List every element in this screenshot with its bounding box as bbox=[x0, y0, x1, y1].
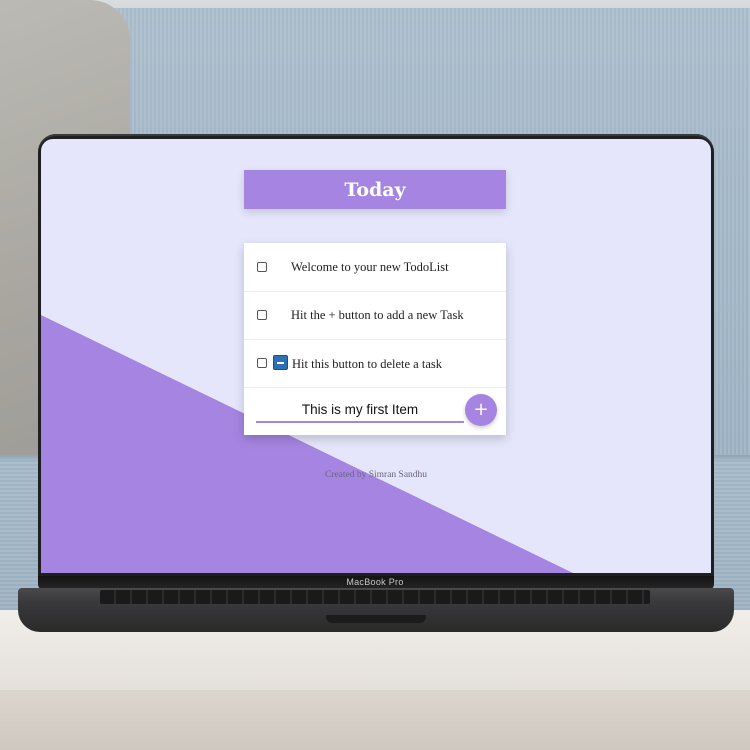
todo-list: Welcome to your new TodoList Hit the + b… bbox=[244, 243, 506, 435]
delete-icon bbox=[273, 354, 288, 370]
item-text: Hit the + button to add a new Task bbox=[291, 307, 464, 322]
item-text: Welcome to your new TodoList bbox=[291, 259, 449, 274]
laptop-brand-label: MacBook Pro bbox=[346, 577, 404, 587]
list-item: Hit this button to delete a task bbox=[244, 339, 506, 388]
plus-icon: + bbox=[473, 399, 489, 420]
list-item: Welcome to your new TodoList bbox=[244, 243, 506, 292]
add-button[interactable]: + bbox=[465, 394, 497, 426]
laptop-notch bbox=[326, 615, 426, 623]
item-text-wrapper: Hit this button to delete a task bbox=[273, 354, 442, 372]
app-screen: Today Welcome to your new TodoList Hit t… bbox=[41, 139, 711, 573]
item-checkbox[interactable] bbox=[257, 262, 267, 272]
item-checkbox[interactable] bbox=[257, 310, 267, 320]
new-item-row: + bbox=[244, 387, 506, 435]
title-card: Today bbox=[244, 170, 506, 209]
item-checkbox[interactable] bbox=[257, 358, 267, 368]
laptop-keyboard bbox=[100, 590, 650, 604]
new-item-input[interactable] bbox=[256, 397, 464, 423]
table-edge bbox=[0, 690, 750, 750]
footer-credit: Created by Simran Sandhu bbox=[324, 470, 428, 480]
item-text: Hit this button to delete a task bbox=[292, 356, 442, 371]
page-title: Today bbox=[344, 178, 406, 201]
list-item: Hit the + button to add a new Task bbox=[244, 291, 506, 340]
photo-scene: MacBook Pro Today Welcome to your new To… bbox=[0, 0, 750, 750]
